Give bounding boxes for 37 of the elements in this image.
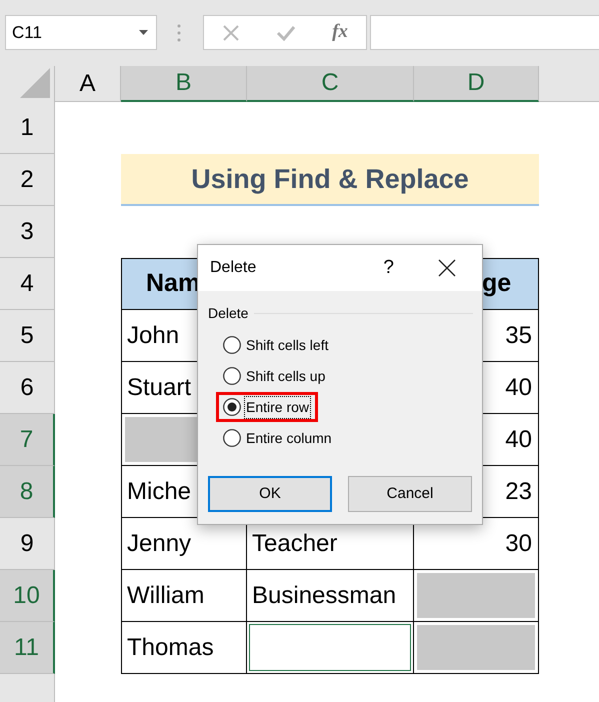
table-cell: Businessman bbox=[247, 570, 414, 622]
table-cell: William bbox=[121, 570, 247, 622]
dialog-button[interactable]: OK bbox=[208, 476, 332, 512]
table-cell: Thomas bbox=[121, 622, 247, 674]
cancel-icon[interactable] bbox=[222, 24, 240, 42]
radio-option[interactable]: Entire column bbox=[222, 426, 334, 450]
column-header[interactable]: D bbox=[414, 66, 539, 102]
checkmark-icon[interactable] bbox=[276, 24, 296, 40]
grip-icon bbox=[177, 24, 181, 42]
row-header[interactable]: 7 bbox=[0, 414, 55, 466]
name-box[interactable]: C11 bbox=[5, 15, 157, 50]
radio-icon bbox=[223, 367, 241, 385]
row-header[interactable]: 10 bbox=[0, 570, 55, 622]
radio-icon bbox=[223, 429, 241, 447]
row-header[interactable]: 11 bbox=[0, 622, 55, 674]
row-header[interactable]: 4 bbox=[0, 258, 55, 310]
row-header[interactable]: 3 bbox=[0, 206, 55, 258]
row-header-background bbox=[0, 674, 55, 702]
dialog-button[interactable]: Cancel bbox=[348, 476, 472, 512]
row-header[interactable]: 2 bbox=[0, 154, 55, 206]
close-icon[interactable] bbox=[438, 259, 456, 277]
row-header[interactable]: 1 bbox=[0, 102, 55, 154]
row-header[interactable]: 9 bbox=[0, 518, 55, 570]
row-header[interactable]: 6 bbox=[0, 362, 55, 414]
insert-function-button[interactable]: fx bbox=[332, 18, 348, 47]
radio-icon bbox=[223, 398, 241, 416]
column-header[interactable]: B bbox=[121, 66, 247, 102]
title-banner: Using Find & Replace bbox=[121, 154, 539, 206]
row-header[interactable]: 8 bbox=[0, 466, 55, 518]
help-button[interactable]: ? bbox=[383, 254, 394, 282]
column-header[interactable]: C bbox=[247, 66, 414, 102]
radio-icon bbox=[223, 336, 241, 354]
name-box-value: C11 bbox=[12, 22, 42, 44]
formula-input-field[interactable] bbox=[370, 15, 599, 50]
row-header[interactable]: 5 bbox=[0, 310, 55, 362]
dropdown-icon bbox=[139, 30, 148, 35]
select-all-icon[interactable] bbox=[20, 68, 50, 98]
